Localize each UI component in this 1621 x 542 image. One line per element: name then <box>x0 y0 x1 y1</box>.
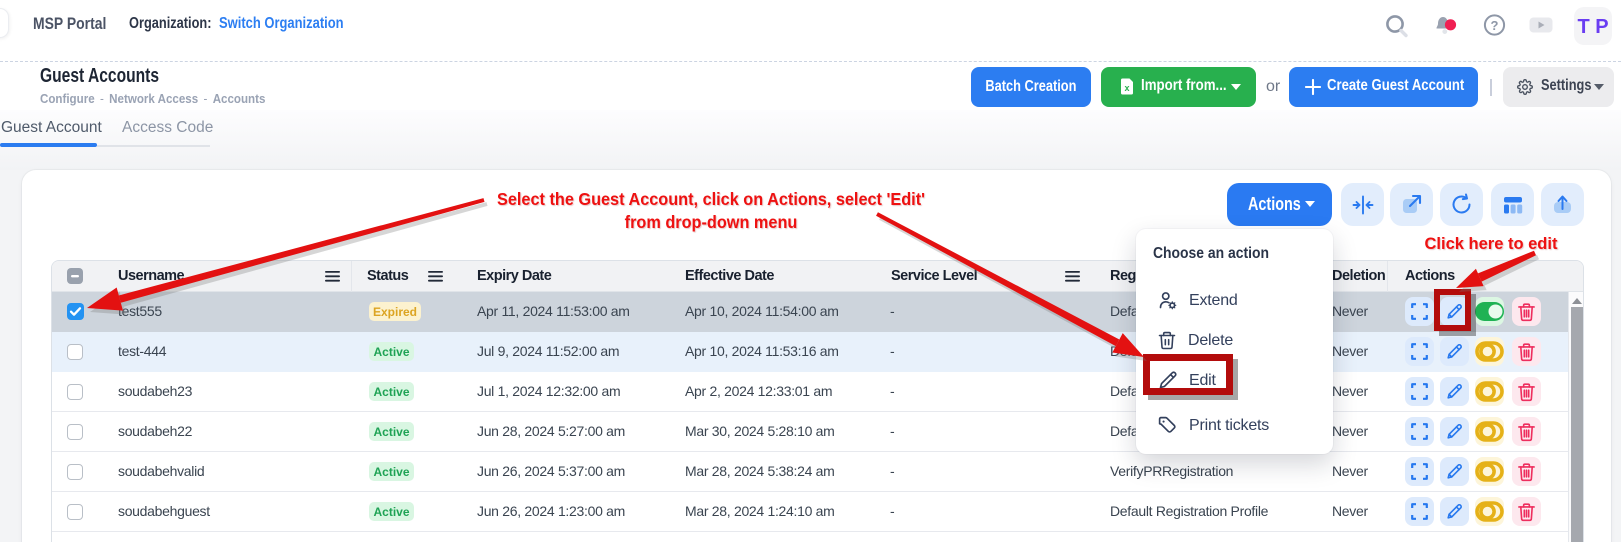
svg-text:x: x <box>1124 83 1129 93</box>
